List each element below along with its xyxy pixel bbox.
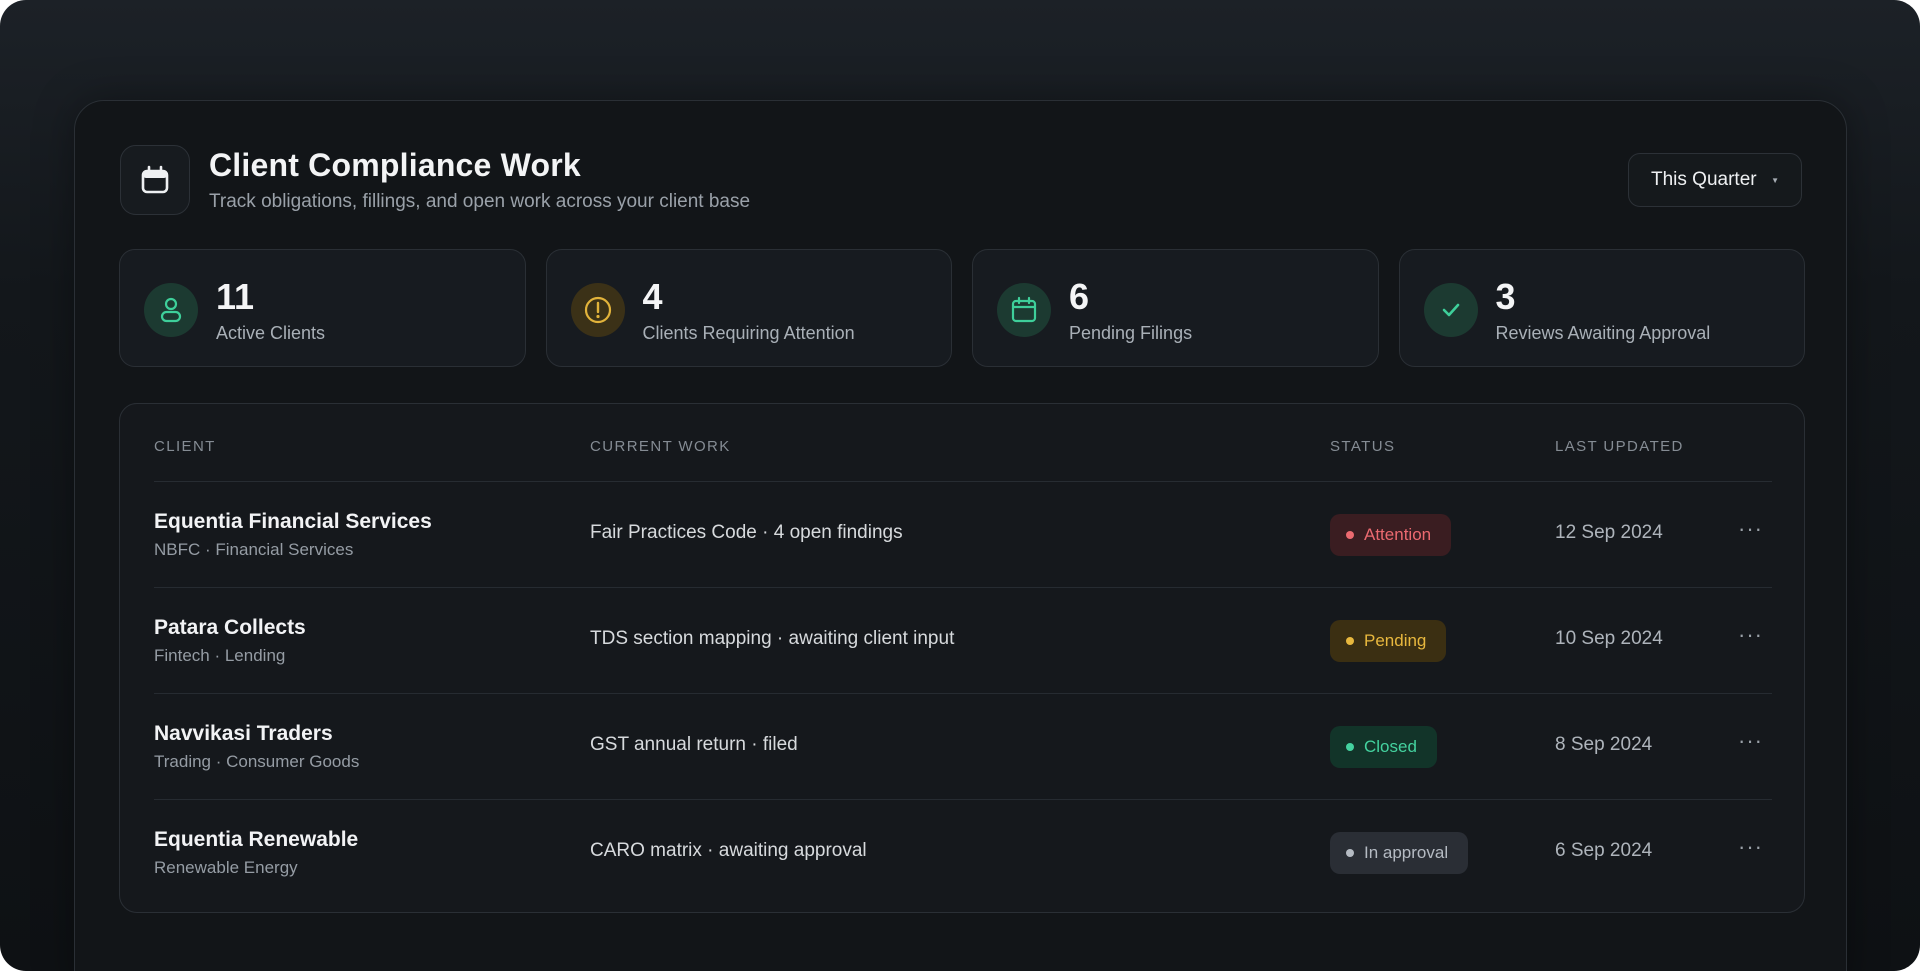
client-name[interactable]: Navvikasi Traders	[154, 722, 333, 746]
compliance-panel: Client Compliance Work Track obligations…	[74, 100, 1847, 971]
stat-card-pending-filings[interactable]: 6 Pending Filings	[972, 249, 1379, 367]
client-category: Fintech · Lending	[154, 646, 286, 665]
last-updated: 10 Sep 2024	[1555, 628, 1663, 649]
current-work: GST annual return · filed	[590, 734, 798, 755]
status-dot	[1346, 743, 1354, 751]
client-name[interactable]: Equentia Renewable	[154, 828, 358, 852]
status-label: Closed	[1364, 737, 1417, 756]
status-label: Attention	[1364, 525, 1432, 544]
stat-label: Active Clients	[216, 323, 326, 343]
stat-label: Pending Filings	[1069, 323, 1193, 343]
status-badge: Attention	[1330, 514, 1452, 556]
alert-icon	[570, 283, 625, 337]
client-category: Trading · Consumer Goods	[154, 752, 360, 771]
more-options-icon[interactable]: ···	[1738, 622, 1763, 648]
table-header: CLIENT CURRENT WORK STATUS LAST UPDATED	[154, 438, 1772, 482]
last-updated: 8 Sep 2024	[1555, 734, 1653, 755]
period-selector-dropdown[interactable]: This Quarter ▼	[1628, 153, 1802, 207]
current-work: CARO matrix · awaiting approval	[590, 840, 867, 861]
column-header-current-work[interactable]: CURRENT WORK	[590, 438, 731, 455]
stat-label: Reviews Awaiting Approval	[1495, 323, 1711, 343]
stat-value: 11	[216, 276, 255, 317]
last-updated: 6 Sep 2024	[1555, 840, 1653, 861]
status-badge: Pending	[1330, 620, 1447, 662]
table-row[interactable]: Navvikasi Traders Trading · Consumer Goo…	[154, 694, 1772, 800]
stat-card-reviews-awaiting-approval[interactable]: 3 Reviews Awaiting Approval	[1398, 249, 1805, 367]
column-header-status[interactable]: STATUS	[1330, 438, 1395, 455]
client-category: NBFC · Financial Services	[154, 540, 354, 559]
table-row[interactable]: Equentia Financial Services NBFC · Finan…	[154, 482, 1772, 588]
status-badge: In approval	[1330, 832, 1469, 874]
stat-card-clients-requiring-attention[interactable]: 4 Clients Requiring Attention	[545, 249, 952, 367]
column-header-last-updated[interactable]: LAST UPDATED	[1555, 438, 1684, 455]
more-options-icon[interactable]: ···	[1738, 834, 1763, 860]
column-header-client[interactable]: CLIENT	[154, 438, 216, 455]
header-calendar-icon	[120, 145, 190, 215]
stat-value: 4	[642, 276, 663, 317]
stats-row: 11 Active Clients 4 Clients Requiring At…	[119, 249, 1805, 367]
more-options-icon[interactable]: ···	[1738, 728, 1763, 754]
caret-down-icon: ▼	[1771, 176, 1779, 185]
stat-value: 6	[1069, 276, 1090, 317]
client-name[interactable]: Equentia Financial Services	[154, 510, 432, 534]
status-label: Pending	[1364, 631, 1427, 650]
status-label: In approval	[1364, 843, 1449, 862]
client-category: Renewable Energy	[154, 858, 298, 877]
client-name[interactable]: Patara Collects	[154, 616, 306, 640]
status-dot	[1346, 531, 1354, 539]
app-background: Client Compliance Work Track obligations…	[0, 0, 1920, 971]
status-dot	[1346, 849, 1354, 857]
calendar-icon	[997, 283, 1051, 337]
stat-card-active-clients[interactable]: 11 Active Clients	[119, 249, 526, 367]
user-icon	[144, 283, 198, 337]
more-options-icon[interactable]: ···	[1738, 516, 1763, 542]
status-dot	[1346, 637, 1354, 645]
last-updated: 12 Sep 2024	[1555, 522, 1663, 543]
page-subtitle: Track obligations, fillings, and open wo…	[209, 191, 751, 212]
table-row[interactable]: Equentia Renewable Renewable Energy CARO…	[154, 800, 1772, 906]
status-badge: Closed	[1330, 726, 1437, 768]
table-row[interactable]: Patara Collects Fintech · Lending TDS se…	[154, 588, 1772, 694]
period-selector-label: This Quarter	[1651, 169, 1757, 190]
current-work: TDS section mapping · awaiting client in…	[590, 628, 955, 649]
client-work-table: CLIENT CURRENT WORK STATUS LAST UPDATED …	[119, 403, 1805, 913]
check-icon	[1423, 283, 1478, 337]
page-title: Client Compliance Work	[209, 147, 581, 183]
current-work: Fair Practices Code · 4 open findings	[590, 522, 903, 543]
stat-value: 3	[1495, 276, 1516, 317]
stat-label: Clients Requiring Attention	[642, 323, 855, 343]
